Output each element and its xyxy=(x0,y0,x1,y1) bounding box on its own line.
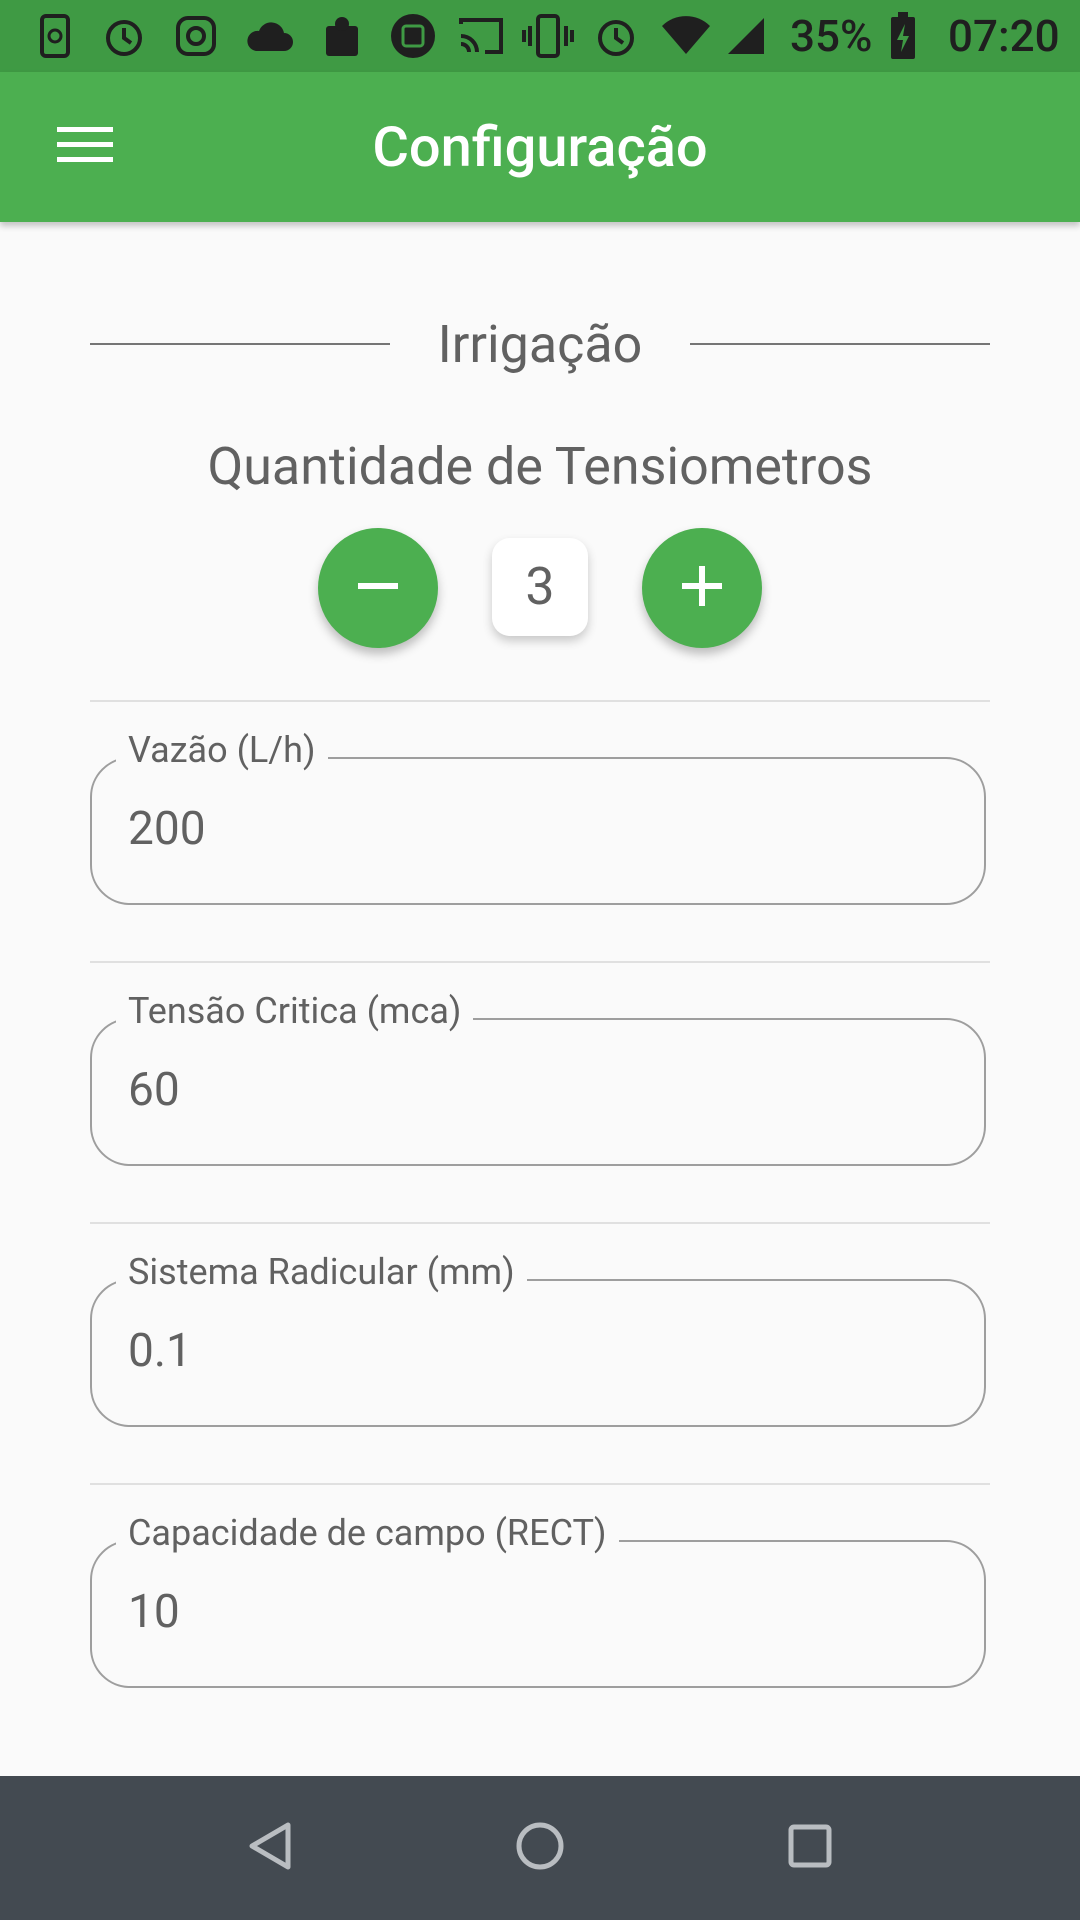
home-button[interactable] xyxy=(500,1808,580,1888)
recents-button[interactable] xyxy=(770,1808,850,1888)
flow-rate-field[interactable]: Vazão (L/h) 200 xyxy=(90,725,986,905)
menu-icon xyxy=(57,125,113,169)
battery-charging-icon xyxy=(888,12,918,59)
section-title: Irrigação xyxy=(437,314,643,375)
alarm-icon xyxy=(594,14,638,58)
field-capacity-field[interactable]: Capacidade de campo (RECT) 10 xyxy=(90,1508,986,1688)
quantity-value[interactable]: 3 xyxy=(492,538,588,636)
minus-icon xyxy=(356,564,400,612)
wifi-icon xyxy=(660,14,712,58)
quantity-label: Quantidade de Tensiometros xyxy=(207,436,873,497)
home-icon xyxy=(515,1821,565,1875)
divider xyxy=(90,700,990,702)
app-bar: Configuração xyxy=(0,72,1080,222)
puzzle-icon xyxy=(320,14,364,58)
cloud-icon xyxy=(244,14,294,58)
critical-tension-value[interactable]: 60 xyxy=(128,1060,180,1120)
divider xyxy=(90,961,990,963)
clock: 07:20 xyxy=(948,10,1060,62)
page-title: Configuração xyxy=(372,114,708,180)
flow-rate-label: Vazão (L/h) xyxy=(116,725,328,775)
divider xyxy=(90,1222,990,1224)
vibrate-icon xyxy=(522,14,574,58)
recents-icon xyxy=(788,1824,832,1872)
critical-tension-label: Tensão Critica (mca) xyxy=(116,986,474,1036)
back-button[interactable] xyxy=(230,1808,310,1888)
battery-percent: 35% xyxy=(790,10,873,62)
flow-rate-value[interactable]: 200 xyxy=(128,799,206,859)
section-divider-right xyxy=(690,343,990,345)
plus-icon xyxy=(680,564,724,612)
decrement-button[interactable] xyxy=(318,528,438,648)
field-capacity-value[interactable]: 10 xyxy=(128,1582,180,1642)
critical-tension-field[interactable]: Tensão Critica (mca) 60 xyxy=(90,986,986,1166)
cast-icon xyxy=(456,14,506,58)
navigation-bar xyxy=(0,1776,1080,1920)
root-system-label: Sistema Radicular (mm) xyxy=(116,1247,527,1297)
section-header: Irrigação xyxy=(90,300,990,390)
instagram-icon xyxy=(174,14,218,58)
edit-circle-icon xyxy=(388,14,438,58)
root-system-value[interactable]: 0.1 xyxy=(128,1321,192,1381)
divider xyxy=(90,1483,990,1485)
root-system-field[interactable]: Sistema Radicular (mm) 0.1 xyxy=(90,1247,986,1427)
back-icon xyxy=(246,1821,294,1875)
increment-button[interactable] xyxy=(642,528,762,648)
alarm-icon xyxy=(102,14,146,58)
menu-button[interactable] xyxy=(40,107,130,187)
field-capacity-label: Capacidade de campo (RECT) xyxy=(116,1508,619,1558)
status-bar: 35% 07:20 xyxy=(0,0,1080,72)
phone-sync-icon xyxy=(34,14,78,58)
signal-icon xyxy=(726,14,766,58)
